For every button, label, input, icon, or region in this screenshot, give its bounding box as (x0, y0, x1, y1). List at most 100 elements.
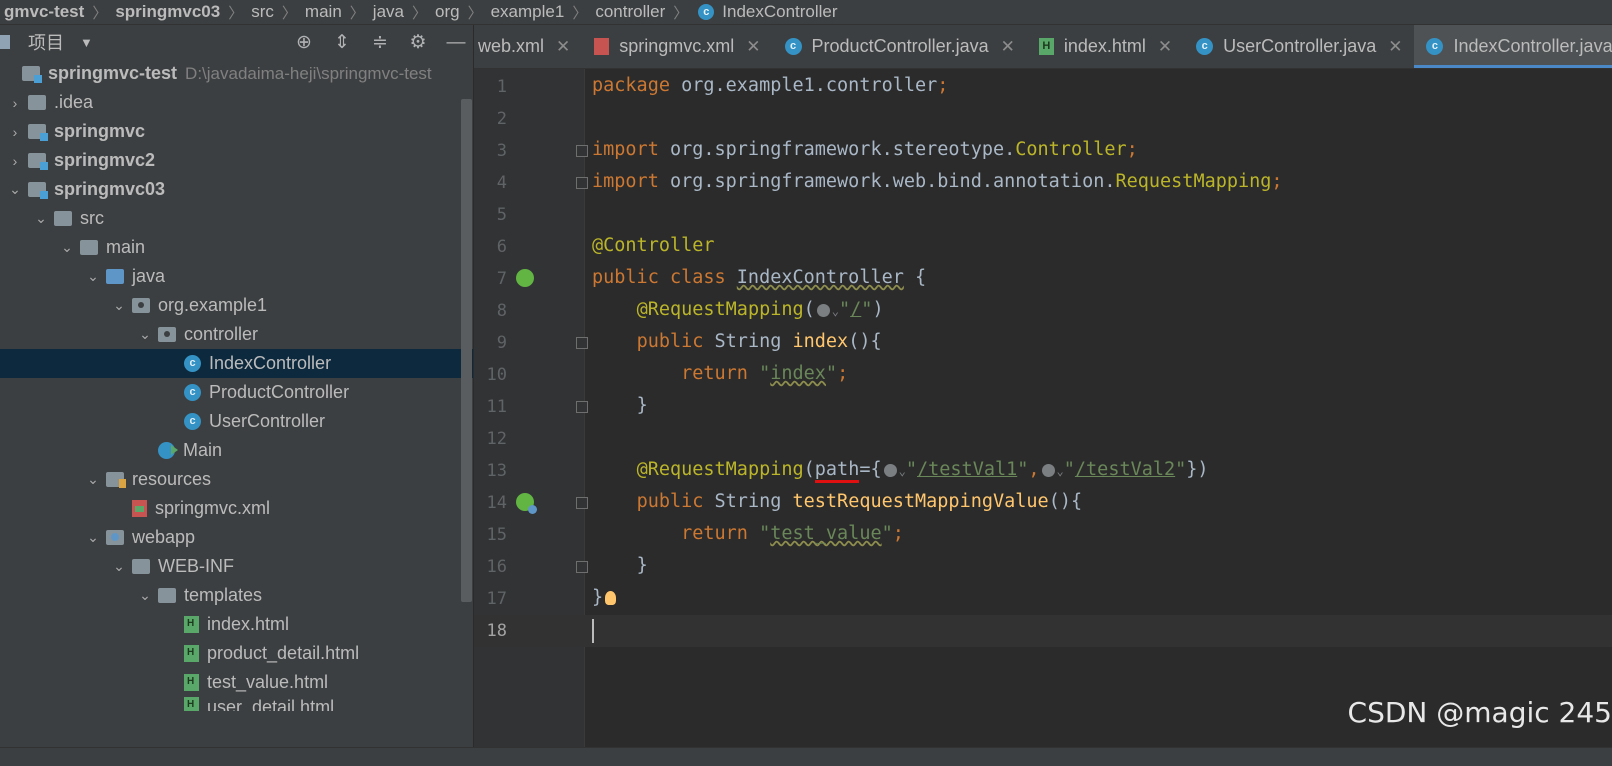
tree-item-label: user_detail.html (207, 697, 335, 711)
main-class-icon (158, 442, 178, 459)
chevron-down-icon[interactable]: ⌄ (136, 326, 154, 343)
breadcrumb-item[interactable]: main (301, 2, 346, 22)
chevron-right-icon[interactable]: › (6, 95, 24, 111)
fold-icon[interactable] (576, 401, 588, 413)
minimize-icon[interactable]: — (445, 32, 467, 54)
string: " (747, 523, 771, 544)
chevron-down-icon[interactable]: ⌄ (110, 297, 128, 314)
fold-icon[interactable] (576, 177, 588, 189)
sidebar-scrollbar[interactable] (461, 99, 472, 602)
tab-index-html[interactable]: H index.html ✕ (1027, 25, 1184, 68)
url-path[interactable]: /testVal2 (1075, 459, 1175, 480)
punctuation: } (592, 587, 604, 608)
tree-item[interactable]: ⌄ controller (0, 320, 473, 349)
code-text: package org.example1.controller; (592, 75, 948, 96)
close-icon[interactable]: ✕ (1388, 37, 1402, 57)
globe-icon[interactable] (816, 303, 830, 317)
tree-item[interactable]: Main (0, 436, 473, 465)
watermark: CSDN @magic 245 (1347, 696, 1612, 729)
spring-bean-icon[interactable] (516, 269, 534, 287)
type: String (703, 491, 793, 512)
request-mapping-icon[interactable] (516, 493, 537, 514)
tree-item[interactable]: › springmvc2 (0, 146, 473, 175)
tree-item[interactable]: springmvc.xml (0, 494, 473, 523)
tab-web-xml[interactable]: web.xml ✕ (474, 25, 582, 68)
tree-item[interactable]: ⌄ webapp (0, 523, 473, 552)
tree-item[interactable]: ⌄ templates (0, 581, 473, 610)
breadcrumb-item[interactable]: example1 (487, 2, 569, 22)
class-name: IndexController (736, 267, 904, 288)
fold-icon[interactable] (576, 337, 588, 349)
tree-item[interactable]: index.html (0, 610, 473, 639)
breadcrumb-item[interactable]: springmvc03 (111, 2, 224, 22)
chevron-down-icon[interactable]: ⌄ (136, 587, 154, 604)
tree-item[interactable]: ⌄ springmvc03 (0, 175, 473, 204)
tree-item[interactable]: › springmvc (0, 117, 473, 146)
tree-item[interactable]: ⌄ main (0, 233, 473, 262)
tree-item-label: springmvc2 (54, 150, 156, 170)
tab-product-controller[interactable]: c ProductController.java ✕ (773, 25, 1027, 68)
lightbulb-icon[interactable] (605, 591, 617, 605)
chevron-right-icon: 〉 (228, 4, 244, 22)
tree-item-label: springmvc (54, 121, 146, 141)
chevron-down-icon[interactable]: ⌄ (84, 471, 102, 488)
tree-item[interactable]: c IndexController (0, 349, 473, 378)
chevron-down-icon[interactable]: ⌄ (110, 558, 128, 575)
chevron-down-icon[interactable]: ⌄ (84, 268, 102, 285)
tree-item[interactable]: test_value.html (0, 668, 473, 697)
tree-item[interactable]: ⌄ org.example1 (0, 291, 473, 320)
url-path[interactable]: /testVal1 (917, 459, 1017, 480)
globe-icon[interactable] (883, 463, 897, 477)
close-icon[interactable]: ✕ (1001, 37, 1015, 57)
gear-icon[interactable]: ⚙ (407, 31, 429, 54)
tab-index-controller[interactable]: c IndexController.java (1414, 25, 1612, 68)
tab-user-controller[interactable]: c UserController.java ✕ (1184, 25, 1414, 68)
tree-item[interactable]: c ProductController (0, 378, 473, 407)
collapse-all-icon[interactable]: ≑ (369, 31, 391, 54)
breadcrumb-item[interactable]: src (247, 2, 278, 22)
chevron-down-icon[interactable]: ⌄ (58, 239, 76, 256)
line-number: 12 (486, 429, 507, 449)
keyword: package (592, 75, 670, 96)
tree-item[interactable]: ⌄ java (0, 262, 473, 291)
tree-item[interactable]: ⌄ WEB-INF (0, 552, 473, 581)
tree-item[interactable]: springmvc-test D:\javadaima-heji\springm… (0, 59, 473, 88)
crosshair-icon[interactable]: ⊕ (293, 31, 315, 54)
breadcrumb-item[interactable]: org (431, 2, 464, 22)
expand-all-icon[interactable]: ⇕ (331, 31, 353, 54)
code-line: 2 (474, 103, 1612, 135)
chevron-right-icon[interactable]: › (6, 124, 24, 140)
project-panel-toolbar: ⊕ ⇕ ≑ ⚙ — (293, 31, 467, 54)
close-icon[interactable]: ✕ (1158, 37, 1172, 57)
breadcrumb-item[interactable]: IndexController (718, 2, 841, 22)
tree-item[interactable]: c UserController (0, 407, 473, 436)
tree-item[interactable]: ⌄ resources (0, 465, 473, 494)
fold-icon[interactable] (576, 145, 588, 157)
breadcrumb-item[interactable]: java (369, 2, 408, 22)
close-icon[interactable]: ✕ (556, 37, 570, 57)
fold-icon[interactable] (576, 497, 588, 509)
chevron-down-icon[interactable]: ⌄ (899, 464, 906, 478)
class-icon: c (184, 413, 201, 430)
chevron-down-icon[interactable]: ⌄ (6, 181, 24, 198)
project-panel-title[interactable]: 项目 (28, 29, 64, 55)
code-text: } (592, 395, 648, 416)
tree-item[interactable]: user_detail.html (0, 697, 473, 711)
globe-icon[interactable] (1041, 463, 1055, 477)
chevron-down-icon[interactable]: ⌄ (84, 529, 102, 546)
breadcrumb-item[interactable]: gmvc-test (0, 2, 88, 22)
tree-item[interactable]: › .idea (0, 88, 473, 117)
chevron-down-icon[interactable]: ⌄ (32, 210, 50, 227)
breadcrumb-item[interactable]: controller (591, 2, 669, 22)
code-editor[interactable]: 1 package org.example1.controller; 2 3 i… (474, 69, 1612, 747)
fold-icon[interactable] (576, 561, 588, 573)
chevron-down-icon[interactable]: ⌄ (832, 304, 839, 318)
chevron-down-icon[interactable]: ▼ (80, 35, 93, 50)
tree-item[interactable]: ⌄ src (0, 204, 473, 233)
url-path[interactable]: / (850, 299, 861, 320)
tab-springmvc-xml[interactable]: springmvc.xml ✕ (582, 25, 772, 68)
chevron-down-icon[interactable]: ⌄ (1057, 464, 1064, 478)
chevron-right-icon[interactable]: › (6, 153, 24, 169)
close-icon[interactable]: ✕ (746, 37, 760, 57)
tree-item[interactable]: product_detail.html (0, 639, 473, 668)
